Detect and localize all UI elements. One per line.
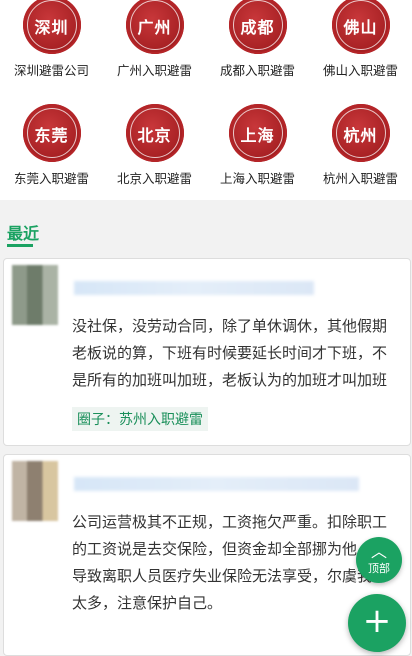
circle-label: 佛山入职避雷: [322, 63, 398, 78]
circle-label: 广州入职避雷: [116, 63, 192, 78]
beijing-seal-icon: 北京: [125, 104, 184, 162]
circle-shenzhen[interactable]: 深圳 深圳避雷公司: [0, 0, 103, 79]
circle-foshan[interactable]: 佛山 佛山入职避雷: [309, 0, 412, 79]
chengdu-seal-icon: 成都: [228, 0, 287, 54]
circle-tag[interactable]: 圈子：苏州入职避雷: [72, 407, 208, 431]
post-line: 老板说的算，下班有时候要延长时间才下班，不: [72, 344, 388, 362]
circle-label: 东莞入职避雷: [13, 171, 89, 186]
post-card[interactable]: 没社保，没劳动合同，除了单休调休，其他假期 老板说的算，下班有时候要延长时间才下…: [3, 258, 411, 446]
shenzhen-seal-icon: 深圳: [22, 0, 81, 54]
back-to-top-label: 顶部: [368, 562, 390, 575]
hangzhou-seal-icon: 杭州: [331, 104, 390, 162]
circle-shanghai[interactable]: 上海 上海入职避雷: [206, 104, 309, 187]
post-line: 是所有的加班叫加班，老板认为的加班才叫加班: [72, 371, 388, 389]
circle-hangzhou[interactable]: 杭州 杭州入职避雷: [309, 104, 412, 187]
shanghai-seal-icon: 上海: [228, 104, 287, 162]
circle-grid: 深圳 深圳避雷公司 广州 广州入职避雷 成都 成都入职避雷 佛山 佛山入职避雷 …: [0, 0, 412, 200]
circle-chengdu[interactable]: 成都 成都入职避雷: [206, 0, 309, 79]
circle-label: 北京入职避雷: [116, 171, 192, 186]
post-line: 公司运营极其不正规，工资拖欠严重。扣除职工: [72, 513, 388, 531]
post-body: 公司运营极其不正规，工资拖欠严重。扣除职工 的工资说是去交保险，但资金却全部挪为…: [72, 509, 400, 617]
section-underline: [7, 244, 33, 247]
author-name-blurred: [74, 477, 359, 491]
circle-label: 深圳避雷公司: [13, 63, 89, 78]
add-post-button[interactable]: +: [348, 594, 406, 652]
circle-label: 成都入职避雷: [219, 63, 295, 78]
circle-label: 上海入职避雷: [219, 171, 295, 186]
circle-dongguan[interactable]: 东莞 东莞入职避雷: [0, 104, 103, 187]
dongguan-seal-icon: 东莞: [22, 104, 81, 162]
post-line: 导致离职人员医疗失业保险无法享受，尔虞我诈: [72, 567, 388, 585]
author-name-blurred: [74, 281, 314, 295]
chevron-up-icon: ︿: [370, 542, 387, 561]
post-line: 没社保，没劳动合同，除了单休调休，其他假期: [72, 317, 388, 335]
avatar[interactable]: [12, 461, 58, 521]
avatar[interactable]: [12, 265, 58, 325]
post-line: 的工资说是去交保险，但资金却全部挪为他: [72, 540, 358, 558]
post-body: 没社保，没劳动合同，除了单休调休，其他假期 老板说的算，下班有时候要延长时间才下…: [72, 313, 400, 394]
circle-label: 杭州入职避雷: [322, 171, 398, 186]
plus-icon: +: [362, 601, 392, 641]
section-title-recent: 最近: [7, 224, 40, 243]
guangzhou-seal-icon: 广州: [125, 0, 184, 54]
circle-guangzhou[interactable]: 广州 广州入职避雷: [103, 0, 206, 79]
back-to-top-button[interactable]: ︿ 顶部: [356, 537, 402, 583]
circle-beijing[interactable]: 北京 北京入职避雷: [103, 104, 206, 187]
foshan-seal-icon: 佛山: [331, 0, 390, 54]
